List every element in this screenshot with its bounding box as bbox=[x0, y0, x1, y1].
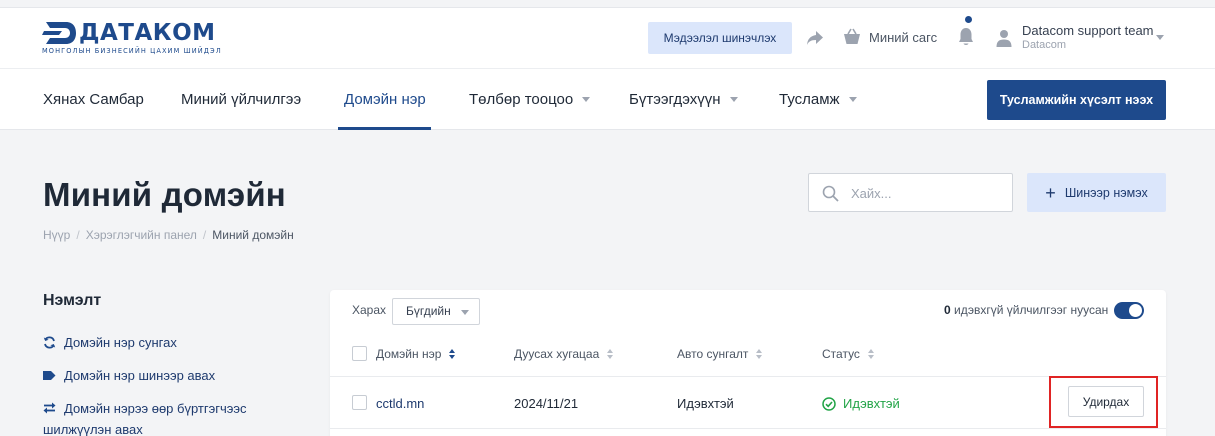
sidebar-item-label-line2: шилжүүлэн авах bbox=[43, 422, 143, 436]
nav-label: Тусламж bbox=[779, 91, 840, 108]
page-title: Миний домэйн bbox=[43, 176, 286, 213]
nav-products[interactable]: Бүтээгдэхүүн bbox=[629, 91, 738, 108]
update-info-button[interactable]: Мэдээлэл шинэчлэх bbox=[648, 22, 792, 54]
tag-icon bbox=[43, 371, 56, 380]
table-divider bbox=[330, 428, 1166, 429]
breadcrumb-separator: / bbox=[202, 228, 207, 242]
nav-help[interactable]: Тусламж bbox=[779, 91, 857, 108]
column-header-domain[interactable]: Домэйн нэр bbox=[376, 347, 456, 361]
chevron-down-icon bbox=[848, 97, 857, 102]
search-icon bbox=[822, 185, 839, 202]
logo-wordmark: ДАТАКОМ bbox=[79, 20, 216, 46]
share-arrow-icon[interactable] bbox=[806, 30, 824, 46]
chevron-down-icon bbox=[729, 97, 738, 102]
column-header-label: Статус bbox=[822, 347, 860, 361]
sidebar-item-renew-domain[interactable]: Домэйн нэр сунгах bbox=[43, 332, 177, 353]
column-header-label: Дуусах хугацаа bbox=[514, 347, 600, 361]
column-header-label: Домэйн нэр bbox=[376, 347, 442, 361]
manage-button[interactable]: Удирдах bbox=[1068, 386, 1144, 417]
view-filter-select[interactable]: Бүгдийн bbox=[392, 298, 480, 325]
sidebar-item-transfer-domain[interactable]: Домэйн нэрээ өөр бүртгэгчээс шилжүүлэн а… bbox=[43, 398, 247, 436]
domain-table-card: Харах Бүгдийн 0 идэвхгүй үйлчилгээг нуус… bbox=[330, 290, 1166, 436]
search-input[interactable] bbox=[851, 183, 1001, 203]
sidebar-item-label: Домэйн нэр шинээр авах bbox=[64, 368, 216, 383]
hidden-inactive-info: 0 идэвхгүй үйлчилгээг нуусан bbox=[944, 303, 1108, 317]
basket-icon[interactable] bbox=[843, 28, 861, 46]
breadcrumb-home[interactable]: Нүүр bbox=[43, 228, 70, 242]
logo-mark-icon bbox=[42, 22, 76, 44]
user-organization: Datacom bbox=[1022, 39, 1067, 51]
column-header-auto-renew[interactable]: Авто сунгалт bbox=[677, 347, 763, 361]
chevron-down-icon bbox=[461, 310, 469, 315]
column-header-expires[interactable]: Дуусах хугацаа bbox=[514, 347, 614, 361]
column-header-status[interactable]: Статус bbox=[822, 347, 875, 361]
nav-billing[interactable]: Төлбөр тооцоо bbox=[469, 91, 591, 108]
breadcrumb-current: Миний домэйн bbox=[212, 228, 294, 242]
table-divider bbox=[330, 376, 1166, 377]
nav-dashboard[interactable]: Хянах Самбар bbox=[43, 91, 144, 108]
user-icon[interactable] bbox=[996, 29, 1012, 47]
breadcrumb: Нүүр / Хэрэглэгчийн панел / Миний домэйн bbox=[43, 228, 294, 242]
plus-icon: + bbox=[1045, 182, 1056, 203]
bell-icon[interactable] bbox=[958, 27, 974, 47]
filter-label: Харах bbox=[352, 303, 387, 317]
breadcrumb-separator: / bbox=[76, 228, 80, 242]
nav-label: Миний үйлчилгээ bbox=[181, 91, 302, 108]
hidden-inactive-label: идэвхгүй үйлчилгээг нуусан bbox=[954, 303, 1109, 317]
nav-label: Бүтээгдэхүүн bbox=[629, 91, 721, 108]
nav-label: Хянах Самбар bbox=[43, 91, 144, 108]
select-all-checkbox[interactable] bbox=[352, 346, 367, 361]
user-name[interactable]: Datacom support team bbox=[1022, 23, 1154, 38]
add-new-label: Шинээр нэмэх bbox=[1064, 185, 1148, 200]
check-circle-icon bbox=[822, 396, 836, 411]
sort-icon bbox=[449, 348, 456, 360]
notification-dot bbox=[965, 16, 972, 23]
expiry-date: 2024/11/21 bbox=[514, 396, 579, 411]
domain-name-link[interactable]: cctld.mn bbox=[376, 396, 424, 411]
toggle-knob bbox=[1129, 304, 1142, 317]
active-tab-indicator bbox=[338, 127, 431, 130]
my-basket-link[interactable]: Миний сагс bbox=[869, 30, 937, 45]
add-new-button[interactable]: + Шинээр нэмэх bbox=[1027, 173, 1166, 212]
sort-icon bbox=[867, 348, 875, 360]
nav-label: Домэйн нэр bbox=[344, 91, 426, 108]
filter-selected-value: Бүгдийн bbox=[406, 304, 451, 318]
nav-my-services[interactable]: Миний үйлчилгээ bbox=[181, 91, 301, 108]
hide-inactive-toggle[interactable] bbox=[1114, 302, 1144, 319]
refresh-icon bbox=[43, 336, 56, 349]
datacom-logo[interactable]: ДАТАКОМ МОНГОЛЫН БИЗНЕСИЙН ЦАХИМ ШИЙДЭЛ bbox=[42, 20, 242, 60]
row-checkbox[interactable] bbox=[352, 395, 367, 410]
auto-renew-value: Идэвхтэй bbox=[677, 396, 734, 411]
status-label: Идэвхтэй bbox=[843, 396, 900, 411]
hidden-count: 0 bbox=[944, 303, 951, 317]
transfer-icon bbox=[43, 402, 56, 414]
sidebar-item-register-domain[interactable]: Домэйн нэр шинээр авах bbox=[43, 365, 215, 386]
search-box[interactable] bbox=[808, 173, 1013, 212]
open-help-request-button[interactable]: Тусламжийн хүсэлт нээх bbox=[987, 80, 1166, 120]
chevron-down-icon[interactable] bbox=[1156, 35, 1164, 40]
nav-label: Төлбөр тооцоо bbox=[469, 91, 574, 108]
sidebar-item-label: Домэйн нэрээ өөр бүртгэгчээс bbox=[64, 401, 247, 416]
nav-domain-names[interactable]: Домэйн нэр bbox=[344, 91, 426, 108]
sort-icon bbox=[607, 348, 614, 360]
main-nav: Хянах Самбар Миний үйлчилгээ Домэйн нэр … bbox=[0, 68, 1215, 130]
sort-icon bbox=[756, 348, 763, 360]
sidebar-title: Нэмэлт bbox=[43, 292, 102, 309]
sidebar-item-label: Домэйн нэр сунгах bbox=[64, 335, 177, 350]
logo-tagline: МОНГОЛЫН БИЗНЕСИЙН ЦАХИМ ШИЙДЭЛ bbox=[42, 47, 222, 55]
status-badge: Идэвхтэй bbox=[822, 396, 900, 411]
chevron-down-icon bbox=[582, 97, 591, 102]
breadcrumb-client-panel[interactable]: Хэрэглэгчийн панел bbox=[86, 228, 197, 242]
column-header-label: Авто сунгалт bbox=[677, 347, 749, 361]
top-header: ДАТАКОМ МОНГОЛЫН БИЗНЕСИЙН ЦАХИМ ШИЙДЭЛ … bbox=[0, 7, 1215, 68]
